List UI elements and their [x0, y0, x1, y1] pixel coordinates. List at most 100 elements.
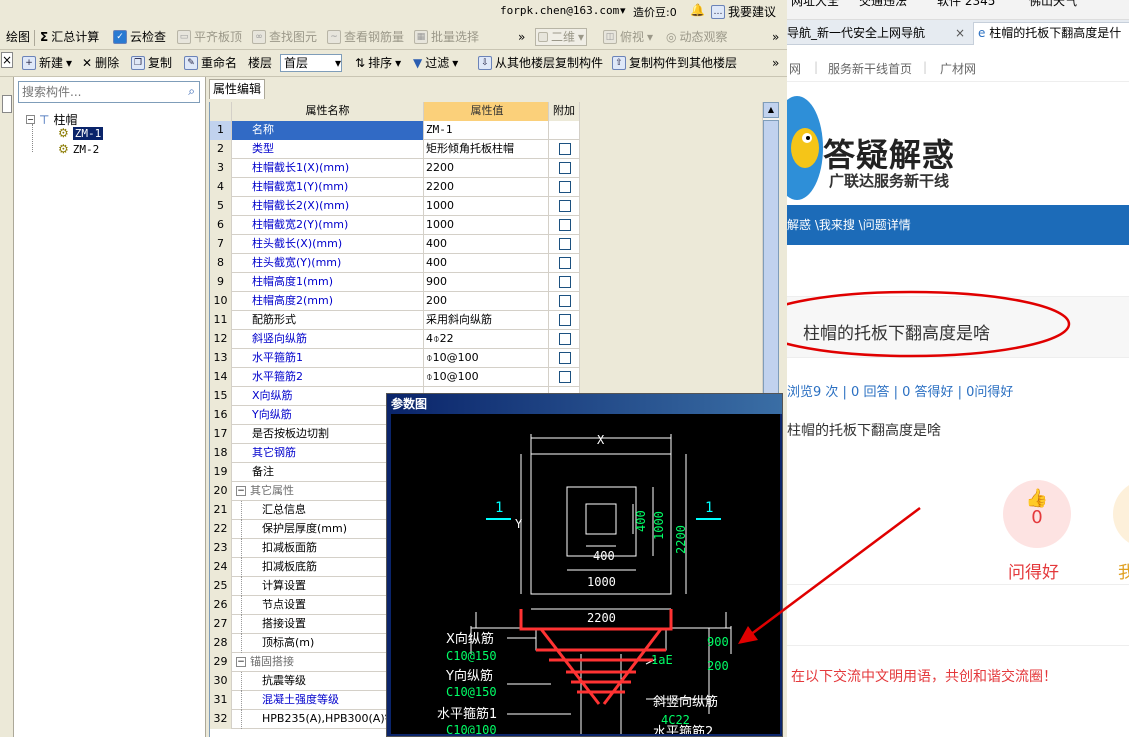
breadcrumb[interactable]: 解惑 \我来搜 \问题详情 — [787, 205, 1129, 245]
property-row[interactable]: 8 柱头截宽(Y)(mm) 400 — [210, 254, 580, 273]
property-row[interactable]: 1 名称 ZM-1 — [210, 121, 580, 140]
property-value[interactable]: 4⌽22 — [424, 330, 549, 349]
new-button[interactable]: + 新建 ▾ — [22, 55, 72, 71]
sum-button[interactable]: Σ 汇总计算 — [40, 29, 99, 45]
flat-top-button[interactable]: ▭ 平齐板顶 — [177, 29, 242, 45]
view-mode-select[interactable]: 二维 ▾ — [535, 28, 588, 46]
property-row[interactable]: 13 水平箍筋1 ⌽10@100 — [210, 349, 580, 368]
header-name[interactable]: 属性名称 — [232, 102, 424, 121]
sort-button[interactable]: ⇅ 排序 ▾ — [355, 55, 401, 71]
browser-tab-inactive[interactable]: 导航_新一代安全上网导航 × — [787, 23, 971, 45]
search-icon[interactable]: ⌕ — [188, 84, 195, 99]
property-row[interactable]: 5 柱帽截长2(X)(mm) 1000 — [210, 197, 580, 216]
close-tab-icon[interactable]: × — [955, 23, 965, 43]
like-button[interactable]: 👍 0 — [1003, 480, 1071, 548]
more-chevron-icon[interactable]: » — [518, 29, 525, 45]
close-icon[interactable]: × — [1, 52, 13, 68]
extra-checkbox[interactable] — [559, 257, 571, 269]
collapse-icon[interactable]: − — [26, 115, 35, 124]
property-row[interactable]: 6 柱帽截宽2(Y)(mm) 1000 — [210, 216, 580, 235]
property-value[interactable]: 采用斜向纵筋 — [424, 311, 549, 330]
property-value[interactable]: ⌽10@100 — [424, 349, 549, 368]
bookmark-item[interactable]: 佛山天气 — [1029, 0, 1077, 9]
tree-line — [241, 558, 255, 577]
property-row[interactable]: 12 斜竖向纵筋 4⌽22 — [210, 330, 580, 349]
property-value[interactable]: 2200 — [424, 159, 549, 178]
extra-checkbox[interactable] — [559, 371, 571, 383]
property-name-label: Y向纵筋 — [252, 408, 292, 421]
dynamic-view-button[interactable]: ◎ 动态观察 — [666, 29, 728, 45]
property-row[interactable]: 4 柱帽截宽1(Y)(mm) 2200 — [210, 178, 580, 197]
dock-tab[interactable] — [2, 95, 12, 113]
extra-checkbox[interactable] — [559, 333, 571, 345]
property-value[interactable]: 2200 — [424, 178, 549, 197]
draw-button[interactable]: 绘图 — [6, 29, 30, 45]
extra-checkbox[interactable] — [559, 181, 571, 193]
extra-checkbox[interactable] — [559, 352, 571, 364]
property-row[interactable]: 14 水平箍筋2 ⌽10@100 — [210, 368, 580, 387]
tree-item-zm2[interactable]: ⚙ ZM-2 — [58, 142, 99, 156]
cloud-check-button[interactable]: ✓ 云检查 — [113, 29, 166, 45]
bell-icon[interactable]: 🔔 — [690, 3, 705, 17]
extra-checkbox[interactable] — [559, 314, 571, 326]
filter-button[interactable]: ▼ 过滤 ▾ — [413, 55, 458, 71]
extra-checkbox[interactable] — [559, 162, 571, 174]
property-value[interactable]: 1000 — [424, 216, 549, 235]
extra-checkbox[interactable] — [559, 276, 571, 288]
extra-checkbox[interactable] — [559, 295, 571, 307]
find-label: 查找图元 — [269, 30, 318, 44]
bookmark-item[interactable]: 软件 2345 — [937, 0, 995, 9]
view-rebar-button[interactable]: ~ 查看钢筋量 — [327, 29, 404, 45]
scroll-up-icon[interactable]: ▲ — [763, 102, 779, 118]
tab-property-edit[interactable]: 属性编辑 — [209, 79, 265, 99]
collapse-icon[interactable]: − — [236, 486, 246, 496]
browser-tab-active[interactable]: e 柱帽的托板下翻高度是什 — [973, 22, 1129, 45]
second-action-button[interactable] — [1113, 480, 1129, 548]
rename-button[interactable]: ✎ 重命名 — [184, 55, 237, 71]
property-row[interactable]: 7 柱头截长(X)(mm) 400 — [210, 235, 580, 254]
site-nav-link[interactable]: 服务新干线首页 — [828, 60, 912, 77]
property-value[interactable]: 900 — [424, 273, 549, 292]
copy-from-floor-button[interactable]: ⇩ 从其他楼层复制构件 — [478, 55, 603, 71]
property-value[interactable]: 200 — [424, 292, 549, 311]
property-value[interactable]: 400 — [424, 235, 549, 254]
search-input[interactable] — [19, 82, 177, 102]
feedback-button[interactable]: … 我要建议 — [711, 3, 776, 20]
extra-checkbox[interactable] — [559, 200, 571, 212]
property-row[interactable]: 9 柱帽高度1(mm) 900 — [210, 273, 580, 292]
floor-select[interactable]: 首层 ▾ — [280, 54, 342, 72]
rename-label: 重命名 — [201, 56, 238, 70]
property-value[interactable]: 矩形倾角托板柱帽 — [424, 140, 549, 159]
tree-item-zm1[interactable]: ⚙ ZM-1 — [58, 126, 104, 140]
site-nav-link[interactable]: 网 — [789, 60, 801, 77]
more-chevron-icon[interactable]: » — [772, 29, 779, 45]
find-element-button[interactable]: ∞ 查找图元 — [252, 29, 317, 45]
property-value[interactable]: ZM-1 — [424, 121, 549, 140]
tree-line — [241, 539, 255, 558]
copy-to-floor-button[interactable]: ⇧ 复制构件到其他楼层 — [612, 55, 737, 71]
extra-checkbox[interactable] — [559, 238, 571, 250]
extra-checkbox[interactable] — [559, 219, 571, 231]
header-extra[interactable]: 附加 — [549, 102, 580, 121]
property-value[interactable]: 400 — [424, 254, 549, 273]
property-row[interactable]: 2 类型 矩形倾角托板柱帽 — [210, 140, 580, 159]
bookmark-item[interactable]: 交通违法 — [859, 0, 907, 9]
collapse-icon[interactable]: − — [236, 657, 246, 667]
x-rebar-label: X向纵筋 — [446, 631, 494, 647]
more-chevron-icon[interactable]: » — [772, 55, 779, 71]
property-row[interactable]: 10 柱帽高度2(mm) 200 — [210, 292, 580, 311]
batch-select-button[interactable]: ▦ 批量选择 — [414, 29, 479, 45]
user-email[interactable]: forpk.chen@163.com — [500, 4, 619, 17]
property-row[interactable]: 11 配筋形式 采用斜向纵筋 — [210, 311, 580, 330]
top-view-button[interactable]: ◫ 俯视 ▾ — [603, 29, 653, 45]
site-nav-link[interactable]: 广材网 — [940, 60, 976, 77]
dropdown-icon[interactable]: ▾ — [620, 4, 626, 17]
property-row[interactable]: 3 柱帽截长1(X)(mm) 2200 — [210, 159, 580, 178]
property-value[interactable]: 1000 — [424, 197, 549, 216]
header-value[interactable]: 属性值 — [424, 102, 549, 121]
bookmark-item[interactable]: 网址大全 — [791, 0, 839, 9]
copy-button[interactable]: ❐ 复制 — [131, 55, 172, 71]
property-value[interactable]: ⌽10@100 — [424, 368, 549, 387]
extra-checkbox[interactable] — [559, 143, 571, 155]
delete-button[interactable]: ✕ 删除 — [82, 55, 119, 71]
